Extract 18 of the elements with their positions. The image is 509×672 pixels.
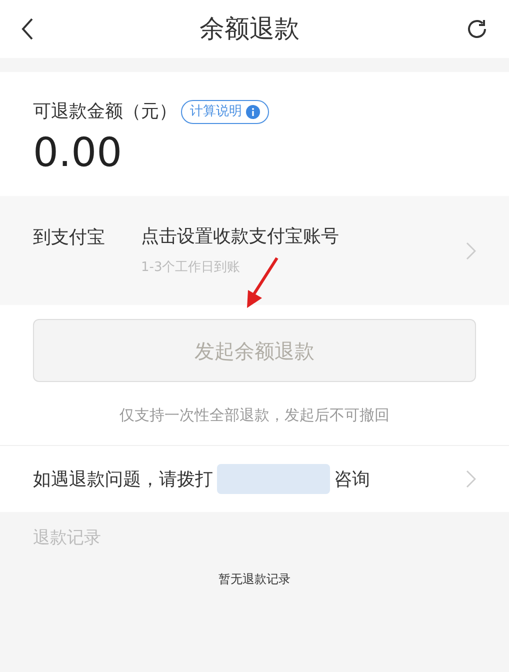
page-title: 余额退款 bbox=[200, 13, 300, 46]
payout-row[interactable]: 到支付宝 点击设置收款支付宝账号 1-3个工作日到账 bbox=[0, 196, 509, 305]
payout-label: 到支付宝 bbox=[33, 226, 106, 250]
records-title: 退款记录 bbox=[33, 527, 102, 550]
refund-note: 仅支持一次性全部退款，发起后不可撤回 bbox=[120, 405, 390, 426]
empty-records-text: 暂无退款记录 bbox=[218, 570, 290, 588]
chevron-right-icon bbox=[466, 470, 476, 488]
contact-text: 如遇退款问题，请拨打 bbox=[33, 468, 213, 492]
refresh-icon[interactable] bbox=[465, 17, 489, 41]
balance-label: 可退款金额（元） bbox=[33, 100, 177, 124]
chevron-right-icon bbox=[466, 242, 476, 260]
info-icon bbox=[246, 104, 260, 118]
consult-text: 咨询 bbox=[334, 468, 371, 492]
annotation-arrow bbox=[244, 256, 280, 310]
arrival-hint: 1-3个工作日到账 bbox=[141, 259, 242, 278]
back-icon[interactable] bbox=[20, 17, 34, 41]
balance-amount: 0.00 bbox=[33, 129, 124, 177]
alipay-account-link[interactable]: 点击设置收款支付宝账号 bbox=[141, 223, 466, 250]
